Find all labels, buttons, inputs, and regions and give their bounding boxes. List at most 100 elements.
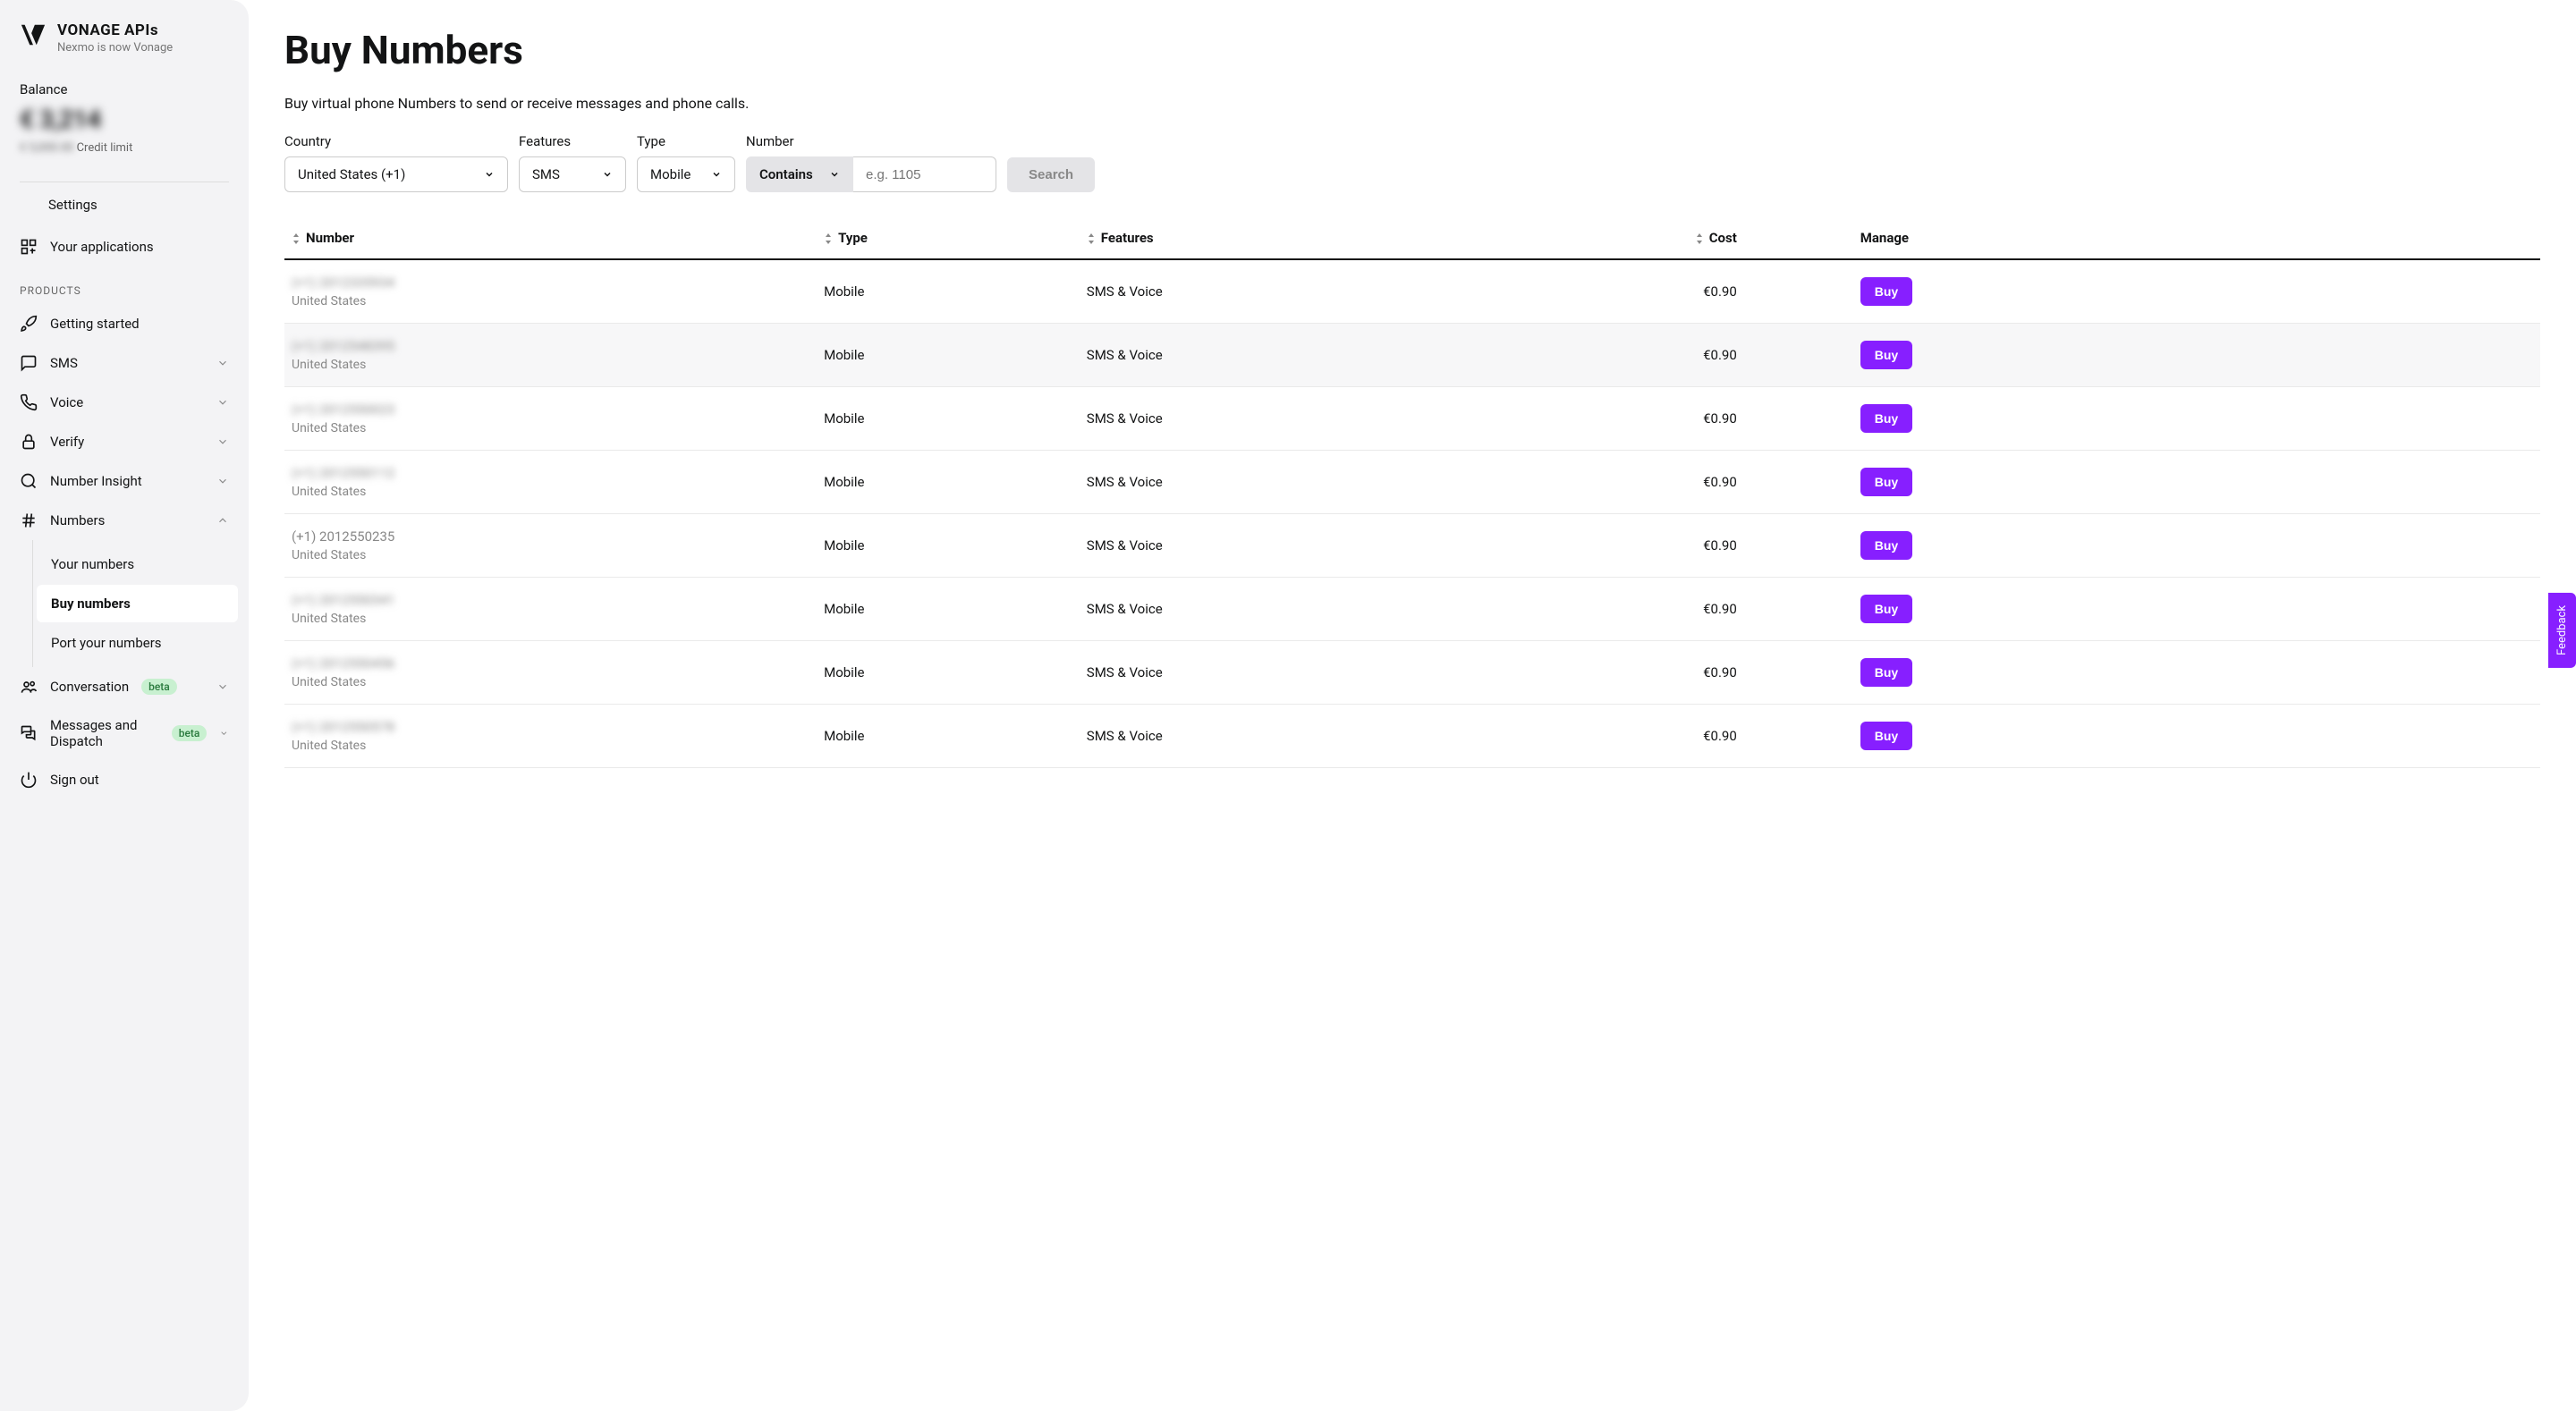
sidebar-your-applications[interactable]: Your applications (0, 227, 249, 266)
sidebar-item-label: Getting started (50, 316, 140, 332)
chats-icon (20, 724, 38, 742)
sidebar-sign-out[interactable]: Sign out (0, 760, 249, 799)
sidebar-item-label: Numbers (50, 512, 105, 528)
sidebar-your-numbers[interactable]: Your numbers (37, 545, 238, 583)
type-select[interactable]: Mobile (637, 156, 735, 192)
sidebar-verify[interactable]: Verify (0, 422, 249, 461)
sort-icon (292, 233, 301, 244)
number-cell: (+1) 2012550456United States (292, 655, 809, 689)
sidebar-item-label: Conversation (50, 679, 129, 695)
number-cell: (+1) 2012550578United States (292, 719, 809, 753)
type-cell: Mobile (817, 705, 1080, 768)
type-label: Type (637, 133, 735, 149)
numbers-table: Number Type Features Cost Manage (+1) 20… (284, 217, 2540, 768)
filters-row: Country United States (+1) Features SMS … (284, 133, 2540, 192)
chat-icon (20, 354, 38, 372)
chevron-up-icon (216, 514, 229, 527)
features-cell: SMS & Voice (1080, 578, 1488, 641)
features-cell: SMS & Voice (1080, 324, 1488, 387)
beta-badge: beta (141, 679, 177, 695)
buy-button[interactable]: Buy (1860, 341, 1912, 369)
chevron-down-icon (602, 169, 613, 180)
chevron-down-icon (216, 435, 229, 448)
sidebar-port-numbers[interactable]: Port your numbers (37, 624, 238, 662)
table-row: (+1) 2012550235United StatesMobileSMS & … (284, 514, 2540, 578)
features-cell: SMS & Voice (1080, 514, 1488, 578)
cost-cell: €0.90 (1488, 451, 1744, 514)
main-content: Buy Numbers Buy virtual phone Numbers to… (249, 0, 2576, 1411)
col-features[interactable]: Features (1080, 217, 1488, 259)
chevron-down-icon (216, 475, 229, 487)
buy-button[interactable]: Buy (1860, 595, 1912, 623)
type-cell: Mobile (817, 641, 1080, 705)
sidebar-number-insight[interactable]: Number Insight (0, 461, 249, 501)
features-cell: SMS & Voice (1080, 705, 1488, 768)
table-row: (+1) 2012550456United StatesMobileSMS & … (284, 641, 2540, 705)
phone-icon (20, 393, 38, 411)
balance-label: Balance (20, 81, 229, 97)
cost-cell: €0.90 (1488, 514, 1744, 578)
number-mode-select[interactable]: Contains (746, 156, 853, 192)
balance-amount: € 3,214 (20, 105, 229, 134)
brand-title: VONAGE APIs (57, 21, 173, 39)
lock-icon (20, 433, 38, 451)
buy-button[interactable]: Buy (1860, 722, 1912, 750)
cost-cell: €0.90 (1488, 578, 1744, 641)
sidebar-numbers[interactable]: Numbers (0, 501, 249, 540)
sidebar-sms[interactable]: SMS (0, 343, 249, 383)
sidebar-voice[interactable]: Voice (0, 383, 249, 422)
col-number[interactable]: Number (284, 217, 817, 259)
sidebar-settings[interactable]: Settings (20, 182, 229, 227)
table-row: (+1) 2012550578United StatesMobileSMS & … (284, 705, 2540, 768)
chevron-down-icon (216, 357, 229, 369)
page-title: Buy Numbers (284, 27, 2540, 73)
buy-button[interactable]: Buy (1860, 277, 1912, 306)
country-label: United States (292, 612, 809, 626)
search-button[interactable]: Search (1007, 157, 1095, 192)
type-cell: Mobile (817, 451, 1080, 514)
chevron-down-icon (216, 396, 229, 409)
cost-cell: €0.90 (1488, 387, 1744, 451)
features-label: Features (519, 133, 626, 149)
search-icon (20, 472, 38, 490)
cost-cell: €0.90 (1488, 259, 1744, 324)
sidebar-item-label: Your applications (50, 239, 154, 255)
phone-number: (+1) 2012550578 (292, 719, 809, 735)
buy-button[interactable]: Buy (1860, 531, 1912, 560)
sort-icon (1087, 233, 1096, 244)
sidebar-conversation[interactable]: Conversation beta (0, 667, 249, 706)
sidebar-buy-numbers[interactable]: Buy numbers (37, 585, 238, 622)
chevron-down-icon (219, 727, 229, 739)
phone-number: (+1) 2012548395 (292, 338, 809, 354)
features-cell: SMS & Voice (1080, 641, 1488, 705)
table-row: (+1) 2012550023United StatesMobileSMS & … (284, 387, 2540, 451)
buy-button[interactable]: Buy (1860, 468, 1912, 496)
country-label: United States (292, 358, 809, 372)
feedback-tab[interactable]: Feedback (2548, 593, 2576, 668)
users-icon (20, 678, 38, 696)
chevron-down-icon (829, 169, 840, 180)
sidebar-messages-dispatch[interactable]: Messages and Dispatch beta (0, 706, 249, 760)
cost-cell: €0.90 (1488, 705, 1744, 768)
country-select[interactable]: United States (+1) (284, 156, 508, 192)
features-cell: SMS & Voice (1080, 451, 1488, 514)
phone-number: (+1) 2012550112 (292, 465, 809, 481)
cost-cell: €0.90 (1488, 324, 1744, 387)
products-heading: PRODUCTS (0, 266, 249, 304)
sidebar-item-label: Verify (50, 434, 84, 450)
col-cost[interactable]: Cost (1488, 217, 1744, 259)
phone-number: (+1) 2012335934 (292, 275, 809, 291)
buy-button[interactable]: Buy (1860, 404, 1912, 433)
number-cell: (+1) 2012335934 United States (292, 275, 809, 308)
number-search-input[interactable] (853, 156, 996, 192)
table-row: (+1) 2012550341United StatesMobileSMS & … (284, 578, 2540, 641)
buy-button[interactable]: Buy (1860, 658, 1912, 687)
hash-icon (20, 511, 38, 529)
sidebar-getting-started[interactable]: Getting started (0, 304, 249, 343)
balance-block: Balance € 3,214 € 5,000.00 Credit limit (0, 72, 249, 171)
col-type[interactable]: Type (817, 217, 1080, 259)
brand: VONAGE APIs Nexmo is now Vonage (0, 21, 249, 72)
features-select[interactable]: SMS (519, 156, 626, 192)
sidebar-item-label: Voice (50, 394, 83, 410)
country-label: United States (292, 294, 809, 308)
